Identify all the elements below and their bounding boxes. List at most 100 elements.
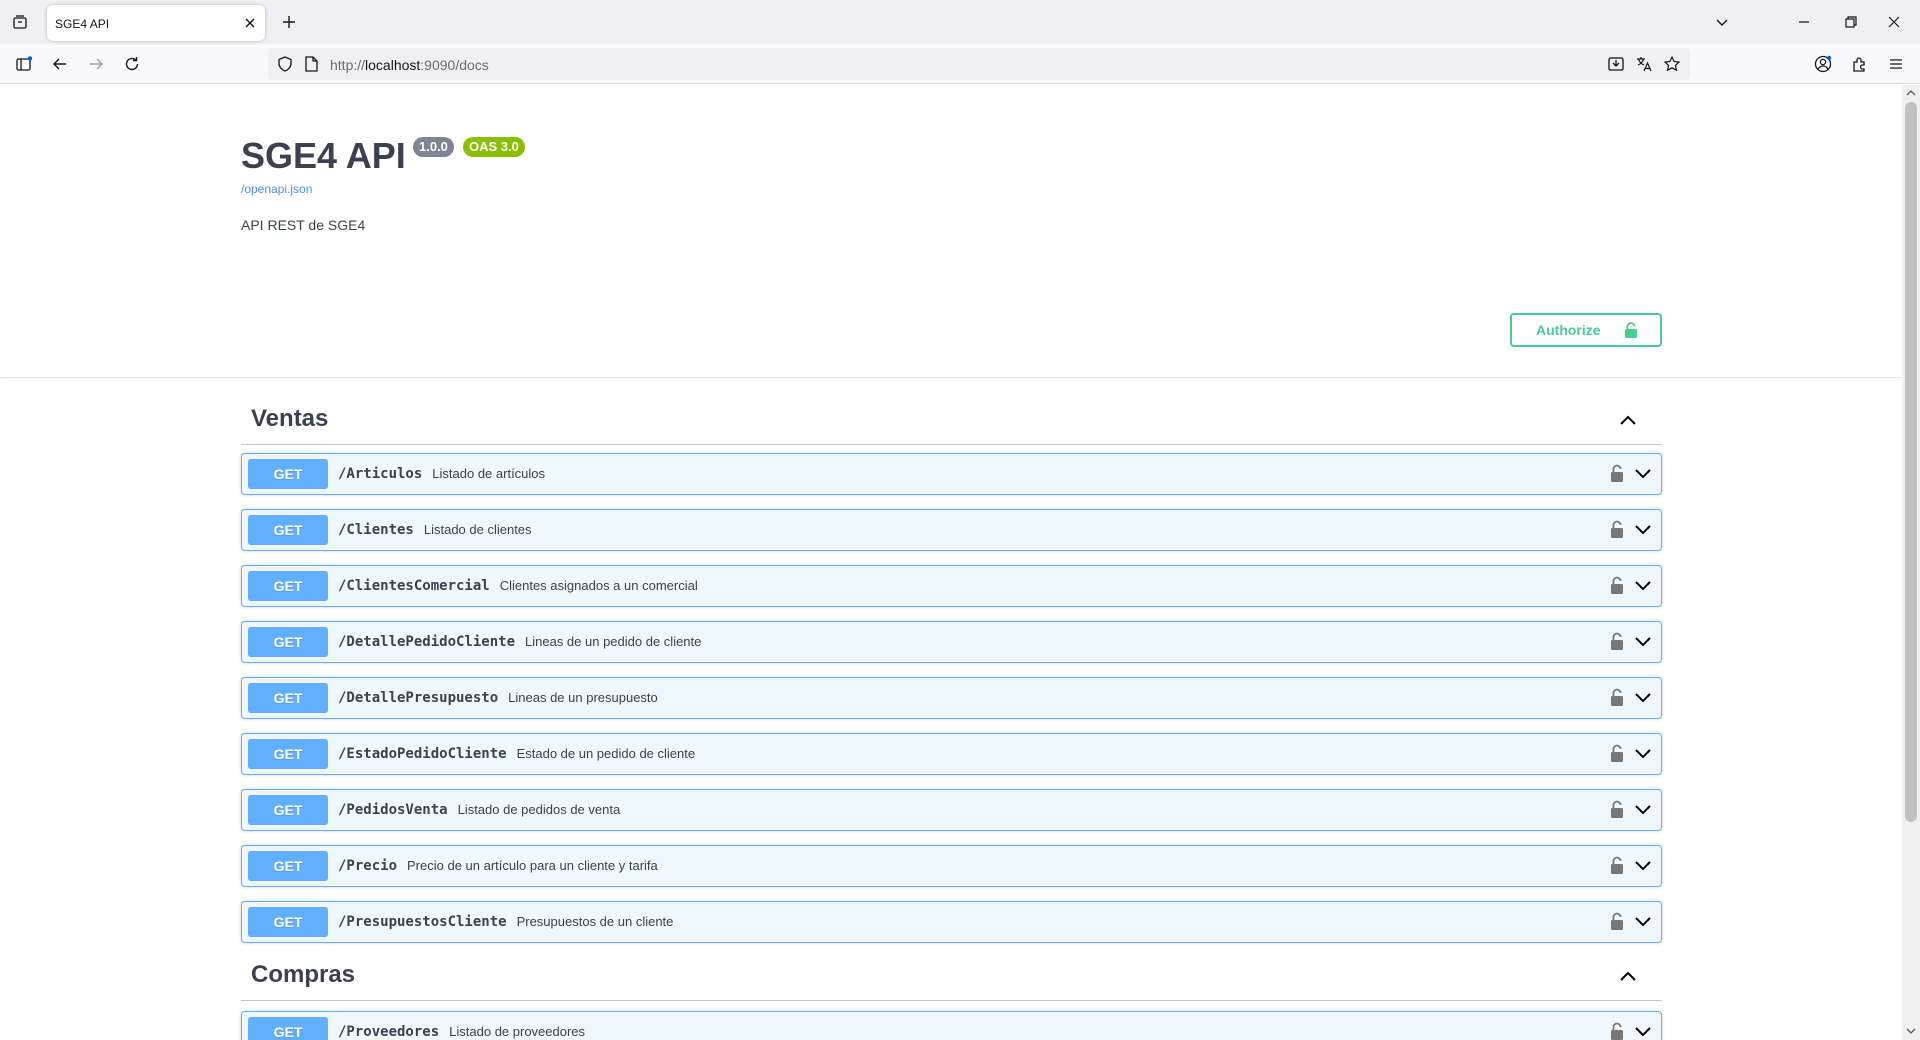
url-host: localhost	[365, 57, 421, 73]
method-badge: GET	[248, 683, 328, 713]
method-badge: GET	[248, 851, 328, 881]
lock-icon[interactable]	[1610, 520, 1624, 538]
openapi-json-link[interactable]: /openapi.json	[241, 182, 312, 196]
tag-section-compras[interactable]: Compras	[241, 951, 1662, 1001]
lock-icon[interactable]	[1610, 632, 1624, 650]
url-bar[interactable]: http://localhost:9090/docs	[268, 48, 1690, 80]
reload-icon[interactable]	[122, 54, 142, 74]
path-text: /PresupuestosCliente	[338, 914, 507, 930]
operation-path: /DetallePresupuesto Lineas de un presupue…	[338, 690, 658, 706]
operation-get-precio[interactable]: GET /Precio Precio de un artículo para un…	[241, 845, 1662, 887]
url-text: http://localhost:9090/docs	[330, 57, 489, 73]
save-to-pocket-icon[interactable]	[1607, 55, 1625, 73]
operation-path: /DetallePedidoCliente Lineas de un pedido…	[338, 634, 701, 650]
operation-path: /Precio Precio de un artículo para un cli…	[338, 858, 658, 874]
unlocked-icon	[1625, 322, 1637, 338]
operation-get-proveedores[interactable]: GET /Proveedores Listado de proveedores	[241, 1011, 1662, 1040]
operation-get-detallepresupuesto[interactable]: GET /DetallePresupuesto Lineas de un pres…	[241, 677, 1662, 719]
sidebar-toggle-icon[interactable]	[14, 54, 34, 74]
back-icon[interactable]	[50, 54, 70, 74]
operation-summary: Listado de pedidos de venta	[457, 802, 621, 817]
chevron-down-icon[interactable]	[1633, 523, 1653, 537]
authorize-label: Authorize	[1536, 322, 1601, 338]
lock-icon[interactable]	[1610, 744, 1624, 762]
lock-icon[interactable]	[1610, 464, 1624, 482]
operation-summary: Estado de un pedido de cliente	[516, 746, 696, 761]
browser-tab-bar: SGE4 API	[0, 0, 1920, 44]
operation-path: /Clientes Listado de clientes	[338, 522, 532, 538]
operation-path: /Proveedores Listado de proveedores	[338, 1024, 585, 1040]
minimize-icon[interactable]	[1796, 14, 1812, 30]
operation-summary: Lineas de un presupuesto	[508, 690, 658, 705]
lock-icon[interactable]	[1610, 800, 1624, 818]
chevron-down-icon[interactable]	[1633, 467, 1653, 481]
operation-get-detallepedidocliente[interactable]: GET /DetallePedidoCliente Lineas de un pe…	[241, 621, 1662, 663]
authorize-button[interactable]: Authorize	[1510, 313, 1662, 347]
new-tab-icon[interactable]	[279, 12, 299, 32]
tag-section-ventas[interactable]: Ventas	[241, 395, 1662, 445]
chevron-down-icon[interactable]	[1633, 803, 1653, 817]
chevron-down-icon[interactable]	[1633, 691, 1653, 705]
chevron-down-icon[interactable]	[1633, 859, 1653, 873]
bookmark-star-icon[interactable]	[1663, 55, 1681, 73]
chevron-up-icon[interactable]	[1618, 413, 1638, 427]
lock-icon[interactable]	[1610, 856, 1624, 874]
path-text: /Precio	[338, 858, 398, 874]
operation-get-pedidosventa[interactable]: GET /PedidosVenta Listado de pedidos de v…	[241, 789, 1662, 831]
path-text: /EstadoPedidoCliente	[338, 746, 507, 762]
path-text: /DetallePresupuesto	[338, 690, 499, 706]
browser-nav-bar: http://localhost:9090/docs	[0, 44, 1920, 84]
browser-tab[interactable]: SGE4 API	[47, 5, 265, 41]
tracking-protection-icon[interactable]	[276, 55, 294, 73]
operation-path: /PresupuestosCliente Presupuestos de un c…	[338, 914, 673, 930]
scroll-up-icon[interactable]	[1906, 88, 1916, 98]
operation-summary: Lineas de un pedido de cliente	[525, 634, 702, 649]
restore-icon[interactable]	[1843, 14, 1859, 30]
method-badge: GET	[248, 907, 328, 937]
account-icon[interactable]	[1813, 54, 1833, 74]
operation-get-articulos[interactable]: GET /Articulos Listado de artículos	[241, 453, 1662, 495]
translate-icon[interactable]	[1635, 55, 1653, 73]
chevron-down-icon[interactable]	[1633, 915, 1653, 929]
app-menu-icon[interactable]	[1886, 54, 1906, 74]
chevron-down-icon[interactable]	[1633, 1025, 1653, 1039]
tab-list-chevron-icon[interactable]	[1714, 14, 1730, 30]
operation-get-presupuestoscliente[interactable]: GET /PresupuestosCliente Presupuestos de …	[241, 901, 1662, 943]
scrollbar-thumb[interactable]	[1905, 102, 1917, 822]
chevron-down-icon[interactable]	[1633, 747, 1653, 761]
operation-path: /Articulos Listado de artículos	[338, 466, 545, 482]
operation-get-estadopedidocliente[interactable]: GET /EstadoPedidoCliente Estado de un ped…	[241, 733, 1662, 775]
operation-path: /PedidosVenta Listado de pedidos de venta	[338, 802, 620, 818]
operation-get-clientescomercial[interactable]: GET /ClientesComercial Clientes asignados…	[241, 565, 1662, 607]
page-scrollbar[interactable]	[1902, 85, 1920, 1040]
lock-icon[interactable]	[1610, 576, 1624, 594]
api-title: SGE4 API	[241, 135, 406, 176]
lock-icon[interactable]	[1610, 688, 1624, 706]
method-badge: GET	[248, 459, 328, 489]
version-badge: 1.0.0	[413, 137, 454, 157]
operation-summary: Listado de proveedores	[449, 1024, 586, 1039]
chevron-up-icon[interactable]	[1618, 969, 1638, 983]
forward-icon[interactable]	[86, 54, 106, 74]
lock-icon[interactable]	[1610, 1022, 1624, 1040]
close-window-icon[interactable]	[1886, 14, 1902, 30]
operation-path: /ClientesComercial Clientes asignados a u…	[338, 578, 698, 594]
extensions-icon[interactable]	[1850, 54, 1870, 74]
lock-icon[interactable]	[1610, 912, 1624, 930]
operation-summary: Listado de clientes	[423, 522, 532, 537]
operation-get-clientes[interactable]: GET /Clientes Listado de clientes	[241, 509, 1662, 551]
chevron-down-icon[interactable]	[1633, 635, 1653, 649]
tag-name: Ventas	[251, 405, 329, 432]
path-text: /ClientesComercial	[338, 578, 490, 594]
scroll-down-icon[interactable]	[1906, 1026, 1916, 1036]
operation-summary: Precio de un artículo para un cliente y …	[407, 858, 658, 873]
method-badge: GET	[248, 515, 328, 545]
path-text: /Articulos	[338, 466, 423, 482]
path-text: /Clientes	[338, 522, 414, 538]
api-description: API REST de SGE4	[241, 217, 366, 233]
list-all-tabs-icon[interactable]	[8, 11, 32, 33]
method-badge: GET	[248, 571, 328, 601]
chevron-down-icon[interactable]	[1633, 579, 1653, 593]
page-info-icon[interactable]	[302, 55, 320, 73]
close-tab-icon[interactable]	[243, 16, 257, 30]
